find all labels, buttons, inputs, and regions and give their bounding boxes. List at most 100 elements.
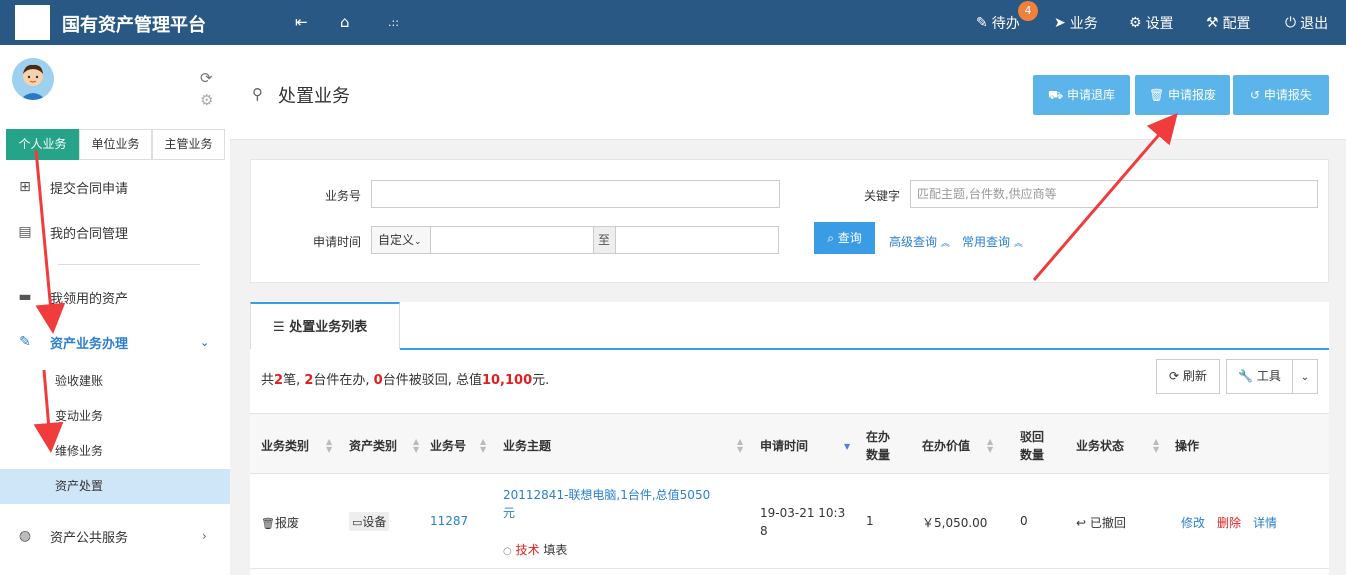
col-category[interactable]: 业务类别 <box>261 437 309 454</box>
sidebar-subitem-repair[interactable]: 维修业务 <box>0 434 230 469</box>
paper-plane-icon: ➤ <box>1054 15 1066 31</box>
apply-scrap-label: 申请报废 <box>1168 88 1217 102</box>
apply-scrap-button[interactable]: 🗑 申请报废 <box>1135 75 1230 115</box>
chevron-up-icon: ︽ <box>1013 239 1023 249</box>
row-subject-line2: 元 <box>503 506 516 520</box>
todo-menu[interactable]: ✎ 待办 <box>976 13 1020 33</box>
tools-dropdown-button[interactable]: ⌄ <box>1292 359 1318 394</box>
row-subject-link[interactable]: 20112841-联想电脑,1台件,总值5050 元 <box>503 486 710 522</box>
sidebar-subitem-acceptance[interactable]: 验收建账 <box>0 364 230 399</box>
tab-disposal-list-label: 处置业务列表 <box>289 320 368 335</box>
col-inprogress-qty[interactable]: 在办 数量 <box>866 428 890 464</box>
end-date-input[interactable] <box>615 226 779 254</box>
apply-loss-label: 申请报失 <box>1263 88 1312 102</box>
col-rejected-qty[interactable]: 驳回 数量 <box>1020 428 1044 464</box>
monitor-icon: ▭ <box>352 516 363 529</box>
row-status-text: 已撤回 <box>1089 516 1126 530</box>
sidebar-item-asset-business[interactable]: ✎ 资产业务办理 ⌄ <box>0 322 230 362</box>
user-avatar[interactable] <box>12 58 54 100</box>
trash-icon: 🗑 <box>261 517 275 530</box>
refresh-icon[interactable]: ⟳ <box>200 67 213 89</box>
col-asset-type[interactable]: 资产类别 <box>349 437 397 454</box>
business-label: 业务 <box>1069 16 1098 32</box>
logout-label: 退出 <box>1300 16 1329 32</box>
start-date-input[interactable] <box>430 226 594 254</box>
tab-supervisor[interactable]: 主管业务 <box>152 129 225 160</box>
chevron-down-icon: ⌄ <box>414 237 422 247</box>
row-rejected: 0 <box>1020 514 1028 528</box>
row-delete-link[interactable]: 删除 <box>1217 514 1241 531</box>
sort-desc-icon[interactable]: ▼ <box>844 443 850 451</box>
sidebar-divider <box>58 264 200 265</box>
col-inprogress-value[interactable]: 在办价值 <box>922 437 970 454</box>
sort-icon[interactable]: ▲ ▼ <box>480 438 486 454</box>
signal-icon[interactable]: .:: <box>388 16 399 29</box>
gear-icon[interactable]: ⚙ <box>200 89 213 111</box>
tab-disposal-list[interactable]: ☰ 处置业务列表 <box>250 302 400 349</box>
sidebar-subitem-disposal[interactable]: 资产处置 <box>0 469 230 504</box>
logout-menu[interactable]: ⏻ 退出 <box>1285 13 1328 33</box>
page-title: 处置业务 <box>278 86 350 107</box>
row-business-no-link[interactable]: 11287 <box>430 514 468 528</box>
col-apply-time[interactable]: 申请时间 <box>760 437 808 454</box>
settings-label: 设置 <box>1145 16 1174 32</box>
wrench-icon: 🔧 <box>1238 369 1257 383</box>
col-status[interactable]: 业务状态 <box>1076 437 1124 454</box>
search-icon: ⌕ <box>827 231 838 245</box>
business-menu[interactable]: ➤ 业务 <box>1054 13 1098 33</box>
date-mode-value: 自定义 <box>378 233 415 247</box>
row-detail-link[interactable]: 详情 <box>1253 514 1277 531</box>
row-edit-link[interactable]: 修改 <box>1181 514 1205 531</box>
common-query-label: 常用查询 <box>962 235 1011 249</box>
sidebar-item-label: 提交合同申请 <box>50 181 129 197</box>
edit-icon: ✎ <box>976 15 988 31</box>
sidebar-item-my-contracts[interactable]: ▤ 我的合同管理 <box>0 212 230 252</box>
table-header: 业务类别 ▲ ▼ 资产类别 ▲ ▼ 业务号 ▲ ▼ 业务主题 ▲ ▼ 申请时间 ▼ 在办… <box>250 413 1329 474</box>
sidebar-item-submit-contract[interactable]: ⊞ 提交合同申请 <box>0 167 230 207</box>
sidebar-item-label: 资产业务办理 <box>50 336 129 352</box>
sort-icon[interactable]: ▲ ▼ <box>1153 438 1159 454</box>
config-menu[interactable]: ⚒ 配置 <box>1206 13 1251 33</box>
col-business-no[interactable]: 业务号 <box>430 437 466 454</box>
common-query-link[interactable]: 常用查询 ︽ <box>962 233 1023 250</box>
date-mode-select[interactable]: 自定义⌄ <box>371 226 431 254</box>
refresh-button[interactable]: ⟳ 刷新 <box>1156 359 1220 394</box>
row-apply-time-line2: 8 <box>760 524 768 538</box>
row-asset-type-badge: ▭设备 <box>349 512 390 531</box>
col-inprogress-qty-line2: 数量 <box>866 448 891 462</box>
apply-return-button[interactable]: ⛟ 申请退库 <box>1033 75 1130 115</box>
apply-return-label: 申请退库 <box>1066 88 1115 102</box>
sidebar-tools: ⟳ ⚙ <box>200 67 213 111</box>
apply-loss-button[interactable]: ↺ 申请报失 <box>1233 75 1329 115</box>
query-button[interactable]: ⌕ 查询 <box>814 222 875 254</box>
to-label: 至 <box>593 226 616 254</box>
sidebar-item-my-assets[interactable]: ▬ 我领用的资产 <box>0 277 230 317</box>
sidebar: ⟳ ⚙ 个人业务 单位业务 主管业务 ⊞ 提交合同申请 ▤ 我的合同管理 ▬ 我… <box>0 45 230 575</box>
add-folder-icon: ⊞ <box>19 179 31 195</box>
sidebar-subitem-change[interactable]: 变动业务 <box>0 399 230 434</box>
sort-icon[interactable]: ▲ ▼ <box>987 438 993 454</box>
sort-icon[interactable]: ▲ ▼ <box>737 438 743 454</box>
top-navbar: 国有资产管理平台 ⇤ ⌂ .:: ✎ 待办 4 ➤ 业务 ⚙ 设置 ⚒ 配置 ⏻… <box>0 0 1346 45</box>
business-no-input[interactable] <box>371 180 780 208</box>
tools-button[interactable]: 🔧 工具 <box>1226 359 1293 394</box>
advanced-query-link[interactable]: 高级查询 ︽ <box>889 233 950 250</box>
app-logo <box>15 5 50 40</box>
apply-time-label: 申请时间 <box>313 235 362 249</box>
table-row: 🗑报废 ▭设备 11287 20112841-联想电脑,1台件,总值5050 元 … <box>250 474 1329 569</box>
todo-label: 待办 <box>991 16 1020 32</box>
tab-unit[interactable]: 单位业务 <box>79 129 152 160</box>
history-icon: ↺ <box>1250 88 1264 102</box>
tab-personal[interactable]: 个人业务 <box>6 129 79 160</box>
col-subject[interactable]: 业务主题 <box>503 437 551 454</box>
summary-text-1: 笔, <box>283 373 305 388</box>
home-icon[interactable]: ⌂ <box>340 13 350 31</box>
trash-icon: 🗑 <box>1148 88 1169 102</box>
settings-menu[interactable]: ⚙ 设置 <box>1129 13 1174 33</box>
row-step-action: 填表 <box>543 543 568 557</box>
sort-icon[interactable]: ▲ ▼ <box>326 438 332 454</box>
sort-icon[interactable]: ▲ ▼ <box>413 438 419 454</box>
keyword-input[interactable]: 匹配主题,台件数,供应商等 <box>910 180 1318 208</box>
collapse-sidebar-icon[interactable]: ⇤ <box>295 13 308 31</box>
sidebar-item-public-service[interactable]: ◍ 资产公共服务 › <box>0 516 230 556</box>
